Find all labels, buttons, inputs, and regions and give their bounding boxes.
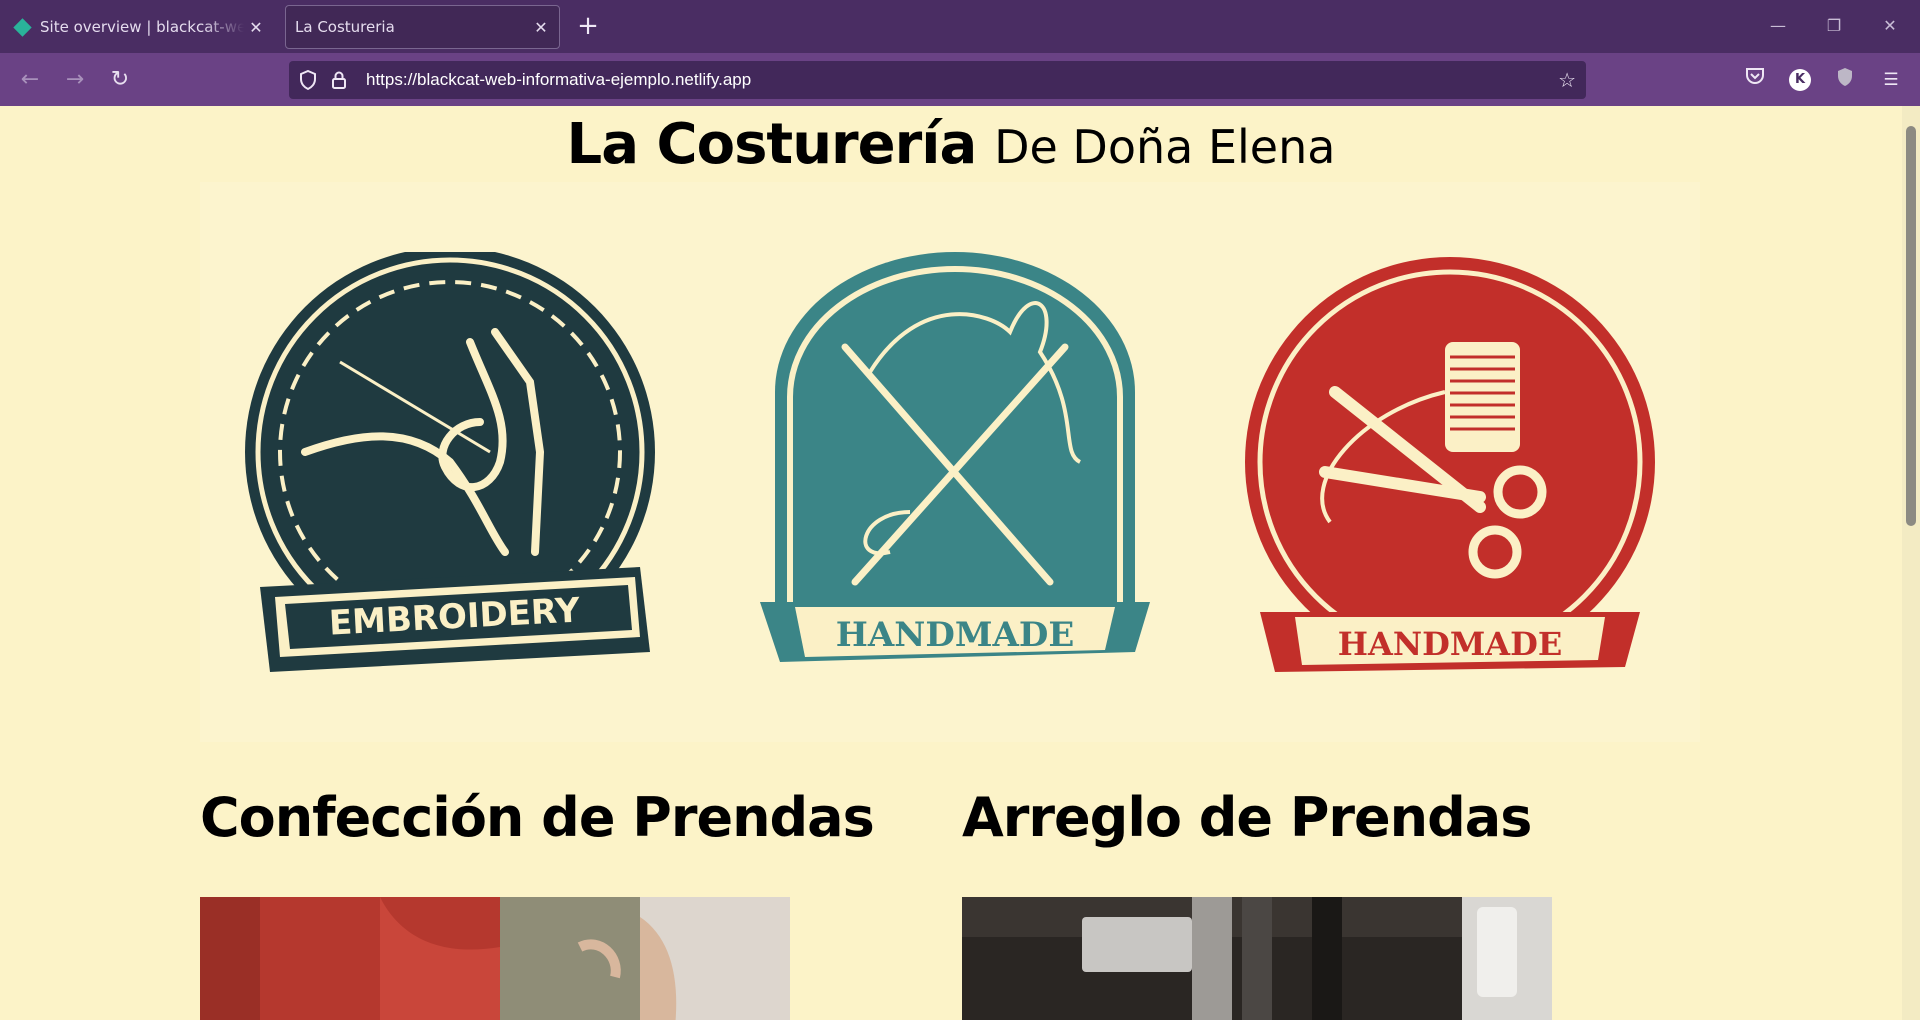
bookmark-star-icon[interactable]: ☆: [1558, 61, 1576, 99]
tab-bar: Site overview | blackcat-web-informativa…: [0, 0, 1920, 53]
extension-shield-icon[interactable]: [1832, 67, 1858, 93]
badge-text: HANDMADE: [836, 615, 1074, 655]
lock-icon[interactable]: [331, 61, 347, 99]
pocket-icon[interactable]: [1742, 67, 1768, 93]
embroidery-badge: EMBROIDERY: [245, 252, 655, 672]
site-title-sub: De Doña Elena: [994, 120, 1336, 174]
tab-la-costureria[interactable]: La Costureria ✕: [285, 5, 560, 49]
badge-text: HANDMADE: [1338, 625, 1562, 663]
confeccion-photo: [200, 897, 790, 1020]
forward-icon[interactable]: →: [60, 65, 90, 95]
site-title: La Costurería De Doña Elena: [0, 112, 1902, 177]
close-tab-icon[interactable]: ✕: [244, 18, 268, 37]
handmade-teal-badge: HANDMADE: [760, 252, 1150, 662]
shield-icon[interactable]: [299, 61, 317, 99]
close-window-icon[interactable]: ✕: [1870, 10, 1910, 42]
scrollbar-thumb[interactable]: [1906, 126, 1916, 526]
restore-window-icon[interactable]: ❐: [1814, 10, 1854, 42]
close-tab-icon[interactable]: ✕: [529, 18, 553, 37]
service-heading-confeccion: Confección de Prendas: [200, 786, 875, 849]
back-icon[interactable]: ←: [15, 65, 45, 95]
web-page: La Costurería De Doña Elena EMBROIDERY H…: [0, 106, 1902, 1020]
account-avatar[interactable]: K: [1789, 69, 1811, 91]
hero-badges-banner: EMBROIDERY HANDMADE HANDMADE: [200, 182, 1700, 742]
tab-site-overview[interactable]: Site overview | blackcat-web-informativa…: [6, 5, 274, 49]
new-tab-button[interactable]: +: [572, 10, 604, 42]
menu-hamburger-icon[interactable]: ☰: [1878, 67, 1904, 93]
reload-icon[interactable]: ↻: [105, 65, 135, 95]
tab-title: Site overview | blackcat-web-informativa…: [40, 18, 244, 36]
service-heading-arreglo: Arreglo de Prendas: [962, 786, 1532, 849]
arreglo-photo: [962, 897, 1552, 1020]
page-scrollbar[interactable]: [1902, 106, 1920, 1020]
url-text[interactable]: https://blackcat-web-informativa-ejemplo…: [366, 61, 751, 99]
site-title-main: La Costurería: [566, 112, 978, 177]
netlify-favicon-icon: [13, 17, 32, 37]
tab-title: La Costureria: [295, 18, 395, 36]
minimize-window-icon[interactable]: —: [1758, 10, 1798, 42]
handmade-red-badge: HANDMADE: [1245, 257, 1655, 672]
address-bar[interactable]: https://blackcat-web-informativa-ejemplo…: [289, 61, 1586, 99]
